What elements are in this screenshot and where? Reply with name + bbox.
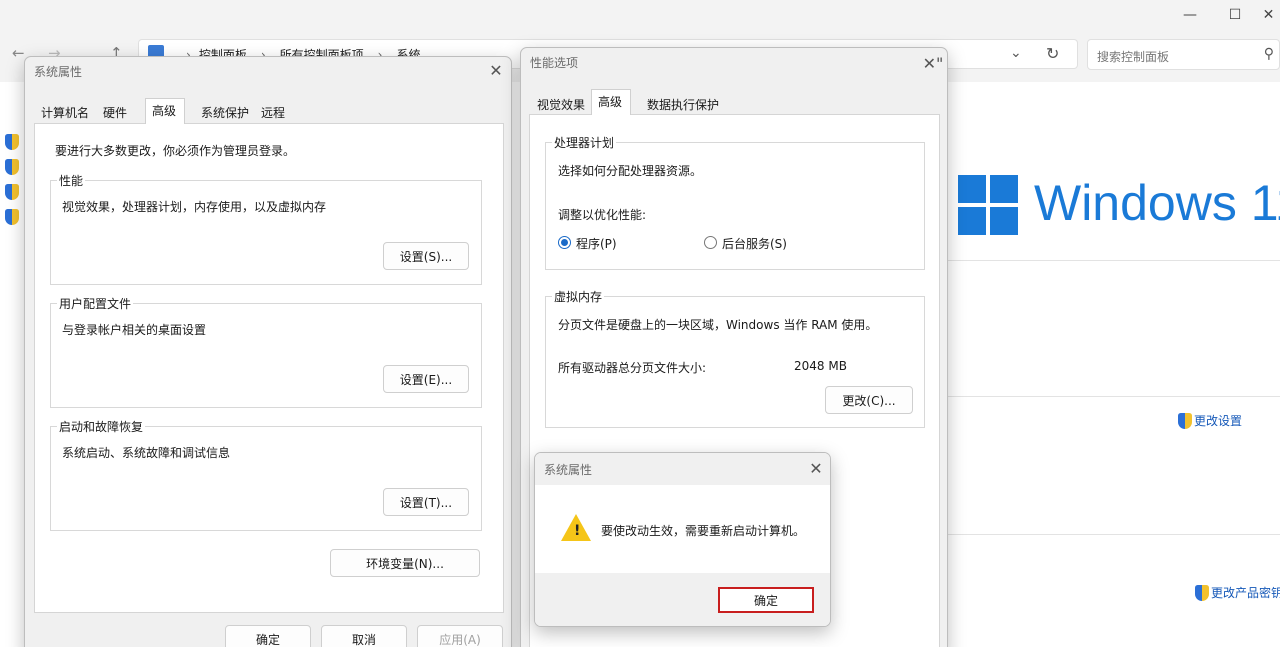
processor-scheduling-group: 处理器计划 选择如何分配处理器资源。 调整以优化性能: 程序(P) 后台服务(S… <box>545 134 925 270</box>
tab-computer-name[interactable]: 计算机名 <box>37 101 93 123</box>
change-product-key-link[interactable]: 更改产品密钥 <box>1195 584 1280 601</box>
group-description: 视觉效果，处理器计划，内存使用，以及虚拟内存 <box>62 200 327 214</box>
paging-total-label: 所有驱动器总分页文件大小: <box>558 361 707 375</box>
tab-remote[interactable]: 远程 <box>257 101 289 123</box>
paging-total-value: 2048 MB <box>794 359 847 373</box>
apply-button[interactable]: 应用(A) <box>417 625 503 647</box>
maximize-button[interactable]: ☐ <box>1212 0 1258 30</box>
shield-icon[interactable] <box>5 184 19 203</box>
change-settings-label: 更改设置 <box>1194 414 1243 428</box>
performance-settings-button[interactable]: 设置(S)... <box>383 242 469 270</box>
alert-message: 要使改动生效，需要重新启动计算机。 <box>601 524 806 538</box>
tab-visual-effects[interactable]: 视觉效果 <box>533 93 589 115</box>
dialog-title: 性能选项 <box>530 56 579 70</box>
windows-brand-text: Windows 11 <box>1034 175 1280 231</box>
refresh-icon: ↻ <box>1046 44 1060 63</box>
shield-icon[interactable] <box>5 134 19 153</box>
user-profile-group: 用户配置文件 与登录帐户相关的桌面设置 设置(E)... <box>50 295 482 408</box>
divider <box>948 260 1280 261</box>
environment-variables-button[interactable]: 环境变量(N)... <box>330 549 480 577</box>
group-label: 用户配置文件 <box>57 295 134 312</box>
back-button[interactable]: ← <box>12 44 25 62</box>
divider <box>948 396 1280 397</box>
search-icon: ⚲ <box>1263 46 1274 62</box>
performance-group: 性能 视觉效果，处理器计划，内存使用，以及虚拟内存 设置(S)... <box>50 172 482 285</box>
close-button[interactable]: ✕ <box>1257 0 1280 30</box>
minimize-icon: — <box>1183 7 1197 23</box>
dialog-title: 系统属性 <box>34 65 83 79</box>
group-label: 虚拟内存 <box>552 288 605 305</box>
close-button[interactable]: ✕" <box>921 53 945 75</box>
search-placeholder: 搜索控制面板 <box>1097 50 1170 64</box>
back-arrow-icon: ← <box>12 44 25 62</box>
virtual-memory-group: 虚拟内存 分页文件是硬盘上的一块区域，Windows 当作 RAM 使用。 所有… <box>545 288 925 428</box>
tab-advanced[interactable]: 高级 <box>145 98 186 124</box>
tab-system-protection[interactable]: 系统保护 <box>197 101 253 123</box>
refresh-button[interactable]: ↻ <box>1046 44 1059 63</box>
profile-settings-button[interactable]: 设置(E)... <box>383 365 469 393</box>
minimize-button[interactable]: — <box>1167 0 1213 30</box>
ok-button[interactable]: 确定 <box>225 625 311 647</box>
background-services-label[interactable]: 后台服务(S) <box>722 235 787 252</box>
startup-settings-button[interactable]: 设置(T)... <box>383 488 469 516</box>
tab-dep[interactable]: 数据执行保护 <box>643 93 723 115</box>
shield-icon[interactable] <box>5 159 19 178</box>
admin-note: 要进行大多数更改，你必须作为管理员登录。 <box>55 144 296 158</box>
change-settings-link[interactable]: 更改设置 <box>1178 412 1242 429</box>
maximize-icon: ☐ <box>1228 7 1242 23</box>
address-dropdown-button[interactable]: ⌄ <box>1010 45 1022 61</box>
programs-label[interactable]: 程序(P) <box>576 235 617 252</box>
group-description: 分页文件是硬盘上的一块区域，Windows 当作 RAM 使用。 <box>558 318 878 332</box>
divider <box>948 534 1280 535</box>
group-description: 选择如何分配处理器资源。 <box>558 164 703 178</box>
windows-logo <box>958 175 1018 235</box>
restart-alert-dialog: 系统属性 ✕ ! 要使改动生效，需要重新启动计算机。 确定 <box>534 452 831 627</box>
close-button[interactable]: ✕ <box>484 60 508 82</box>
shield-icon[interactable] <box>5 209 19 228</box>
adjust-label: 调整以优化性能: <box>558 208 647 222</box>
tab-hardware[interactable]: 硬件 <box>99 101 131 123</box>
tab-advanced[interactable]: 高级 <box>591 89 632 115</box>
close-button[interactable]: ✕ <box>804 458 828 480</box>
warning-exclamation: ! <box>574 523 581 539</box>
programs-radio[interactable] <box>558 236 571 249</box>
change-product-key-label: 更改产品密钥 <box>1211 586 1280 600</box>
change-virtual-memory-button[interactable]: 更改(C)... <box>825 386 913 414</box>
chevron-down-icon: ⌄ <box>1010 45 1022 61</box>
dialog-title: 系统属性 <box>544 463 593 477</box>
startup-recovery-group: 启动和故障恢复 系统启动、系统故障和调试信息 设置(T)... <box>50 418 482 531</box>
group-description: 与登录帐户相关的桌面设置 <box>62 323 207 337</box>
background-services-radio[interactable] <box>704 236 717 249</box>
group-description: 系统启动、系统故障和调试信息 <box>62 446 231 460</box>
shield-icon <box>1178 412 1192 429</box>
close-icon: ✕ <box>1262 7 1275 23</box>
system-properties-dialog: 系统属性 ✕ 计算机名 硬件 高级 系统保护 远程 要进行大多数更改，你必须作为… <box>24 56 512 647</box>
group-label: 启动和故障恢复 <box>57 418 146 435</box>
shield-icon <box>1195 584 1209 601</box>
cancel-button[interactable]: 取消 <box>321 625 407 647</box>
group-label: 性能 <box>57 172 86 189</box>
ok-button[interactable]: 确定 <box>718 587 814 613</box>
group-label: 处理器计划 <box>552 134 617 151</box>
search-input[interactable]: 搜索控制面板 ⚲ <box>1087 39 1280 70</box>
